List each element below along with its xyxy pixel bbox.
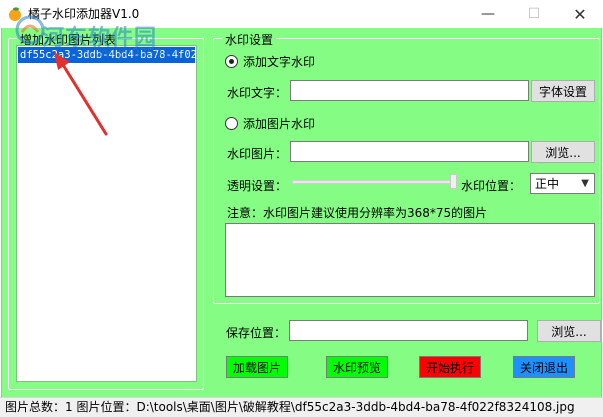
window-title: 橘子水印添加器V1.0 <box>28 7 140 21</box>
watermark-settings-label: 水印设置 <box>222 31 277 48</box>
position-select-value: 正中 <box>535 177 560 191</box>
position-label: 水印位置： <box>461 179 522 193</box>
note-text: 注意：水印图片建议使用分辨率为368*75的图片 <box>227 206 488 220</box>
position-select[interactable]: 正中 ▼ <box>530 173 595 194</box>
watermark-text-input[interactable] <box>290 80 529 101</box>
watermark-image-label: 水印图片： <box>227 147 288 161</box>
watermark-settings-group: 水印设置 添加文字水印 水印文字： 字体设置 添加图片水印 水印图片： 浏览..… <box>213 31 600 304</box>
client-area: 增加水印图片列表 df55c2a3-3ddb-4bd4-ba78-4f022 水… <box>1 28 602 397</box>
image-list-group: 增加水印图片列表 df55c2a3-3ddb-4bd4-ba78-4f022 <box>8 31 204 390</box>
close-icon: ✕ <box>573 4 587 24</box>
browse-save-button[interactable]: 浏览... <box>537 320 601 342</box>
radio-checked-icon <box>225 55 238 68</box>
start-execute-button[interactable]: 开始执行 <box>419 356 481 378</box>
image-watermark-radio-label: 添加图片水印 <box>243 117 316 131</box>
preview-watermark-button[interactable]: 水印预览 <box>326 356 388 378</box>
maximize-button[interactable]: ☐ <box>511 0 557 28</box>
radio-unchecked-icon <box>225 117 238 130</box>
browse-image-button[interactable]: 浏览... <box>531 141 595 163</box>
list-item[interactable]: df55c2a3-3ddb-4bd4-ba78-4f022 <box>18 47 195 63</box>
load-images-button[interactable]: 加载图片 <box>226 356 288 378</box>
save-location-label: 保存位置： <box>226 326 287 340</box>
watermark-image-input[interactable] <box>290 141 529 162</box>
opacity-label: 透明设置： <box>227 179 288 193</box>
text-watermark-radio-label: 添加文字水印 <box>243 55 316 69</box>
orange-app-icon <box>9 7 21 21</box>
maximize-icon: ☐ <box>527 6 541 22</box>
title-bar: 橘子水印添加器V1.0 — ☐ ✕ <box>0 0 603 28</box>
close-exit-button[interactable]: 关闭退出 <box>513 356 575 378</box>
minimize-icon: — <box>481 6 495 22</box>
chevron-down-icon: ▼ <box>581 178 589 189</box>
opacity-slider[interactable] <box>292 180 457 184</box>
close-button[interactable]: ✕ <box>557 0 603 28</box>
text-watermark-radio[interactable]: 添加文字水印 <box>225 53 315 70</box>
watermark-text-label: 水印文字： <box>227 86 288 100</box>
image-watermark-radio[interactable]: 添加图片水印 <box>225 115 315 132</box>
opacity-slider-thumb[interactable] <box>450 174 457 189</box>
font-settings-button[interactable]: 字体设置 <box>531 80 595 102</box>
save-location-input[interactable] <box>289 320 528 341</box>
status-bar: 图片总数：1 图片位置：D:\tools\桌面\图片\破解教程\df55c2a3… <box>0 397 603 417</box>
image-list[interactable]: df55c2a3-3ddb-4bd4-ba78-4f022 <box>16 45 197 382</box>
preview-textarea[interactable] <box>225 223 595 297</box>
minimize-button[interactable]: — <box>465 0 511 28</box>
